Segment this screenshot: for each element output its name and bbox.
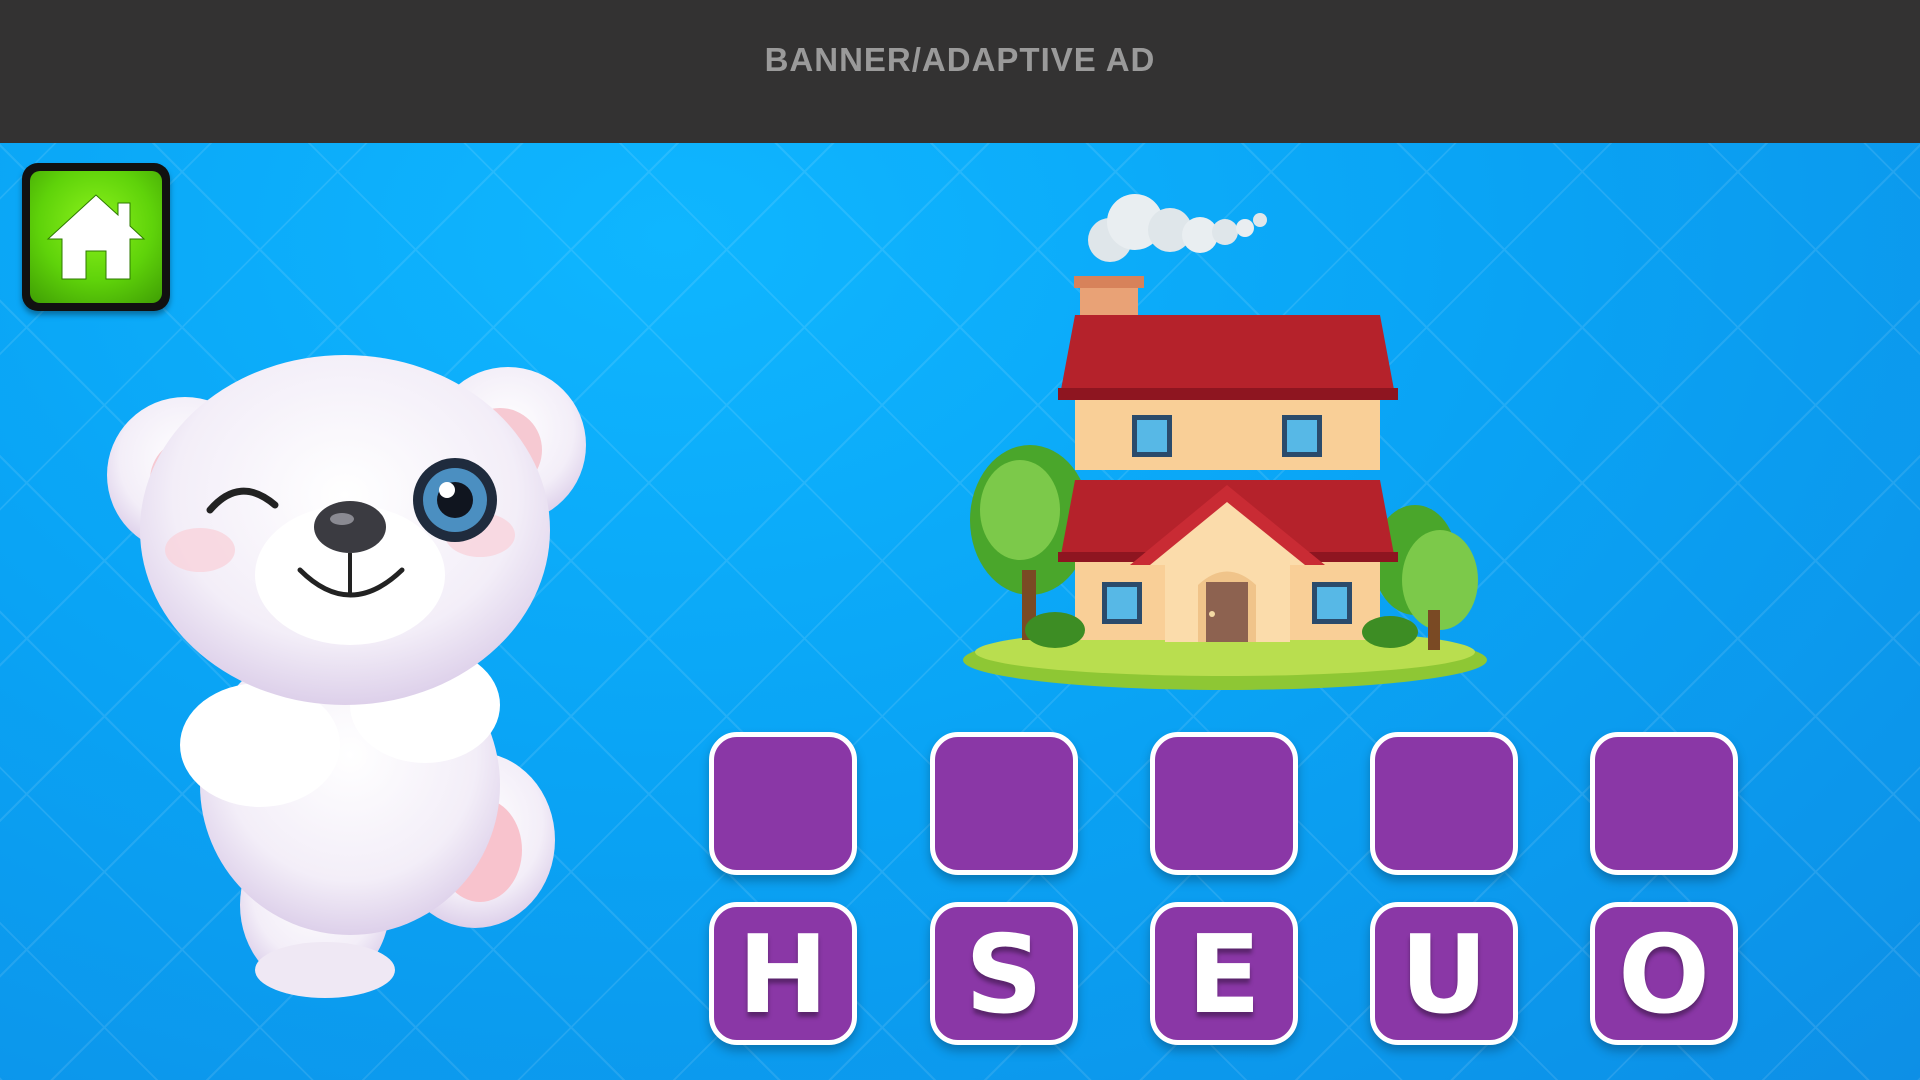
tile-letter: U <box>1400 912 1488 1038</box>
home-icon <box>30 171 162 303</box>
answer-slot[interactable] <box>1150 732 1298 875</box>
answer-slot[interactable] <box>930 732 1078 875</box>
home-button[interactable] <box>22 163 170 311</box>
letter-tile[interactable]: U <box>1370 902 1518 1045</box>
tile-letter: O <box>1618 912 1710 1038</box>
house-icon <box>963 194 1487 690</box>
letter-tile[interactable]: E <box>1150 902 1298 1045</box>
answer-slot[interactable] <box>1590 732 1738 875</box>
letter-tile[interactable]: H <box>709 902 857 1045</box>
answer-slot[interactable] <box>709 732 857 875</box>
ad-label: BANNER/ADAPTIVE AD <box>764 40 1156 78</box>
letter-tile[interactable]: S <box>930 902 1078 1045</box>
letter-tile[interactable]: O <box>1590 902 1738 1045</box>
teddy-bear-icon <box>107 355 586 998</box>
tile-letter: H <box>737 912 829 1038</box>
answer-slot[interactable] <box>1370 732 1518 875</box>
tile-letter: S <box>965 912 1043 1038</box>
ad-banner[interactable]: BANNER/ADAPTIVE AD <box>0 0 1920 143</box>
tile-letter: E <box>1187 912 1261 1038</box>
